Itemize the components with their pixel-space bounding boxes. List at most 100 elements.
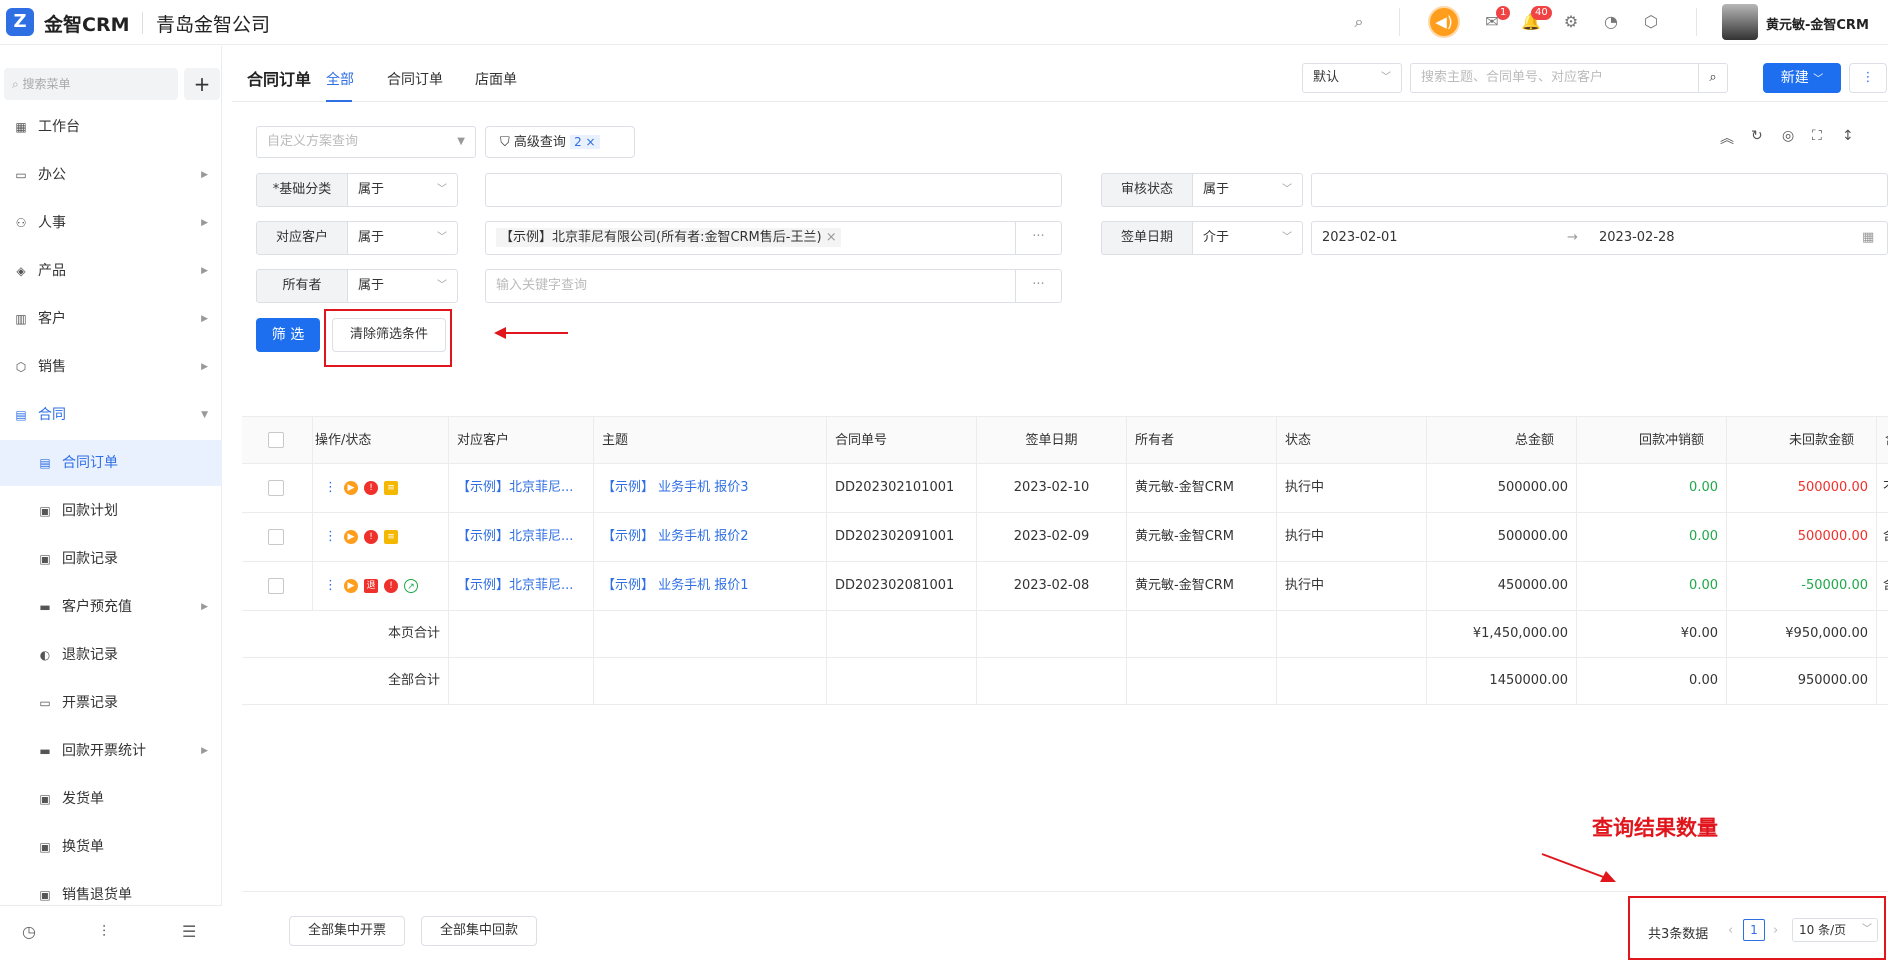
col-header-customer[interactable]: 对应客户 (449, 417, 594, 465)
col-header-unpaid[interactable]: 未回款金额 (1727, 417, 1877, 465)
tab-contract-order[interactable]: 合同订单 (387, 69, 443, 89)
table-row[interactable]: ⋮ ▶ ! ≡ 【示例】北京菲尼... 【示例】 业务手机 报价3 DD2023… (242, 464, 1888, 513)
tab-store-order[interactable]: 店面单 (475, 69, 517, 89)
add-menu-button[interactable]: + (184, 68, 220, 100)
sidebar-item-stats[interactable]: ▬ 回款开票统计 ▶ (0, 728, 222, 774)
play-icon[interactable]: ▶ (344, 481, 358, 495)
table-row[interactable]: ⋮ ▶ ! ≡ 【示例】北京菲尼... 【示例】 业务手机 报价2 DD2023… (242, 513, 1888, 562)
alert-icon[interactable]: ! (384, 579, 398, 593)
col-header-offset[interactable]: 回款冲销额 (1577, 417, 1727, 465)
sidebar-item-contract[interactable]: ▤ 合同 ▼ (0, 392, 222, 438)
settings-icon[interactable]: ◎ (1782, 128, 1794, 144)
search-icon[interactable]: ⌕ (1349, 12, 1369, 32)
filter-button[interactable]: 筛 选 (256, 318, 320, 352)
new-button[interactable]: 新建 ﹀ (1763, 63, 1841, 93)
menu-search-input[interactable]: ⌕ 搜索菜单 (4, 68, 178, 100)
col-header-contract-no[interactable]: 合同单号 (827, 417, 977, 465)
sidebar-item-payment-plan[interactable]: ▣ 回款计划 (0, 488, 222, 534)
play-icon[interactable]: ▶ (344, 579, 358, 593)
filter-input-category[interactable] (485, 173, 1062, 207)
sidebar-item-delivery[interactable]: ▣ 发货单 (0, 776, 222, 822)
subject-link[interactable]: 【示例】 业务手机 报价3 (594, 464, 827, 513)
collapse-menu-icon[interactable]: ☰ (182, 922, 196, 941)
sidebar-item-sales[interactable]: ⬡ 销售 ▶ (0, 344, 222, 390)
alert-icon[interactable]: ! (364, 530, 378, 544)
row-checkbox[interactable] (268, 529, 284, 545)
user-name[interactable]: 黄元敏-金智CRM (1766, 14, 1869, 33)
filter-input-audit[interactable] (1311, 173, 1888, 207)
col-header-total[interactable]: 总金额 (1427, 417, 1577, 465)
refresh-icon[interactable]: ↻ (1751, 128, 1763, 144)
filter-op-audit[interactable]: 属于 ﹀ (1192, 173, 1303, 207)
sidebar-item-payment-record[interactable]: ▣ 回款记录 (0, 536, 222, 582)
sidebar-item-invoice[interactable]: ▭ 开票记录 (0, 680, 222, 726)
search-input[interactable]: 搜索主题、合同单号、对应客户 (1410, 63, 1700, 93)
subject-link[interactable]: 【示例】 业务手机 报价1 (594, 562, 827, 611)
row-checkbox[interactable] (268, 578, 284, 594)
sidebar-item-prepaid[interactable]: ▬ 客户预充值 ▶ (0, 584, 222, 630)
filter-op-customer[interactable]: 属于 ﹀ (347, 221, 458, 255)
row-checkbox[interactable] (268, 480, 284, 496)
customer-link[interactable]: 【示例】北京菲尼... (449, 513, 594, 562)
owner-picker-button[interactable]: ··· (1015, 269, 1062, 303)
fullscreen-icon[interactable]: ⛶ (1812, 128, 1822, 144)
col-header-status[interactable]: 状态 (1277, 417, 1427, 465)
col-header-extra[interactable]: 含 (1877, 417, 1888, 465)
sidebar-item-exchange[interactable]: ▣ 换货单 (0, 824, 222, 870)
filter-op-category[interactable]: 属于 ﹀ (347, 173, 458, 207)
sidebar-item-customer[interactable]: ▥ 客户 ▶ (0, 296, 222, 342)
filter-op-owner[interactable]: 属于 ﹀ (347, 269, 458, 303)
document-icon[interactable]: ≡ (384, 530, 398, 544)
sidebar-item-contract-order[interactable]: ▤ 合同订单 (0, 440, 222, 486)
date-to[interactable]: 2023-02-28 (1599, 222, 1675, 254)
filter-input-customer[interactable]: 【示例】北京菲尼有限公司(所有者:金智CRM售后-王兰) × (485, 221, 1016, 255)
shield-icon[interactable]: ⬡ (1641, 12, 1661, 32)
more-vert-icon[interactable]: ⋮ (324, 562, 337, 610)
tab-all[interactable]: 全部 (326, 69, 354, 89)
search-button[interactable]: ⌕ (1698, 63, 1728, 93)
sidebar-item-hr[interactable]: ⚇ 人事 ▶ (0, 200, 222, 246)
play-icon[interactable]: ▶ (344, 530, 358, 544)
more-vert-icon[interactable]: ⋮ (324, 464, 337, 512)
sidebar-item-office[interactable]: ▭ 办公 ▶ (0, 152, 222, 198)
customer-link[interactable]: 【示例】北京菲尼... (449, 464, 594, 513)
company-name[interactable]: 青岛金智公司 (156, 10, 270, 37)
customer-picker-button[interactable]: ··· (1015, 221, 1062, 255)
col-header-sign-date[interactable]: 签单日期 (977, 417, 1127, 465)
col-header-owner[interactable]: 所有者 (1127, 417, 1277, 465)
close-icon[interactable]: × (826, 230, 837, 245)
speaker-icon[interactable]: ◀) (1428, 6, 1460, 38)
collapse-up-icon[interactable]: ︽ (1720, 128, 1734, 148)
date-range-picker[interactable]: 2023-02-01 → 2023-02-28 ▦ (1311, 221, 1888, 255)
share-icon[interactable]: ↗ (404, 579, 418, 593)
history-icon[interactable]: ◷ (22, 922, 36, 941)
table-row[interactable]: ⋮ ▶ 退 ! ↗ 【示例】北京菲尼... 【示例】 业务手机 报价1 DD20… (242, 562, 1888, 611)
settings-sliders-icon[interactable]: ⫶ (102, 922, 106, 942)
view-select[interactable]: 默认 ﹀ (1302, 63, 1402, 93)
height-adjust-icon[interactable]: ↕ (1842, 128, 1854, 144)
sidebar-item-refund[interactable]: ◐ 退款记录 (0, 632, 222, 678)
return-icon[interactable]: 退 (364, 579, 378, 593)
document-icon[interactable]: ≡ (384, 481, 398, 495)
batch-invoice-button[interactable]: 全部集中开票 (289, 916, 405, 946)
customer-link[interactable]: 【示例】北京菲尼... (449, 562, 594, 611)
subject-link[interactable]: 【示例】 业务手机 报价2 (594, 513, 827, 562)
app-logo[interactable]: Z (6, 8, 34, 36)
pie-chart-icon[interactable]: ◔ (1601, 12, 1621, 32)
calendar-icon[interactable]: ▦ (1862, 222, 1874, 254)
col-header-subject[interactable]: 主题 (594, 417, 827, 465)
advanced-query-button[interactable]: ⛉ 高级查询 2 × (485, 126, 635, 158)
batch-payment-button[interactable]: 全部集中回款 (421, 916, 537, 946)
date-from[interactable]: 2023-02-01 (1322, 230, 1398, 245)
sidebar-item-workbench[interactable]: ▦ 工作台 (0, 104, 222, 150)
avatar[interactable] (1722, 4, 1758, 40)
alert-icon[interactable]: ! (364, 481, 378, 495)
gear-icon[interactable]: ⚙ (1561, 12, 1581, 32)
filter-input-owner[interactable]: 输入关键字查询 (485, 269, 1016, 303)
more-button[interactable]: ⋮ (1849, 63, 1887, 93)
select-all-checkbox[interactable] (268, 432, 284, 448)
more-vert-icon[interactable]: ⋮ (324, 513, 337, 561)
sidebar-item-product[interactable]: ◈ 产品 ▶ (0, 248, 222, 294)
scheme-select[interactable]: 自定义方案查询 ▼ (256, 126, 476, 158)
filter-op-sign-date[interactable]: 介于 ﹀ (1192, 221, 1303, 255)
